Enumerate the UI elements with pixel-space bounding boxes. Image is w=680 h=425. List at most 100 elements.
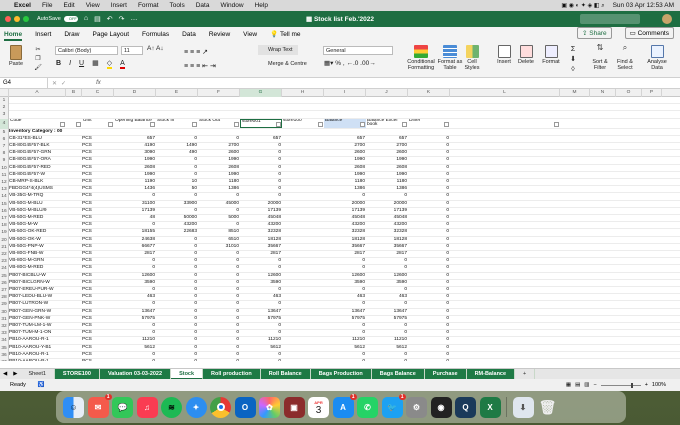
value-cell[interactable]: 1990	[324, 172, 366, 178]
zoom-in-icon[interactable]: +	[645, 382, 648, 388]
item-code[interactable]: CB-80G45*57-BLK	[9, 143, 66, 149]
value-cell[interactable]	[282, 287, 324, 293]
column-header[interactable]: O	[616, 89, 642, 97]
item-code[interactable]: VB-35G-M-TRQ	[9, 193, 66, 199]
value-cell[interactable]: 0	[408, 208, 450, 214]
value-cell[interactable]: 1386	[324, 186, 366, 192]
unit-cell[interactable]: PCS	[82, 301, 114, 307]
value-cell[interactable]: 0	[408, 273, 450, 279]
filter-dropdown-icon[interactable]	[276, 121, 281, 127]
unit-cell[interactable]: PCS	[82, 251, 114, 257]
close-icon[interactable]	[5, 16, 11, 22]
value-cell[interactable]: 0	[198, 352, 240, 358]
value-cell[interactable]: 57975	[324, 316, 366, 322]
sheet-nav-prev-icon[interactable]: ◀	[0, 371, 10, 377]
value-cell[interactable]: 0	[114, 265, 156, 271]
value-cell[interactable]: 2817	[114, 251, 156, 257]
value-cell[interactable]: 57975	[366, 316, 408, 322]
value-cell[interactable]: 0	[240, 330, 282, 336]
filter-dropdown-icon[interactable]	[108, 121, 113, 127]
row-header[interactable]: 34	[0, 337, 9, 345]
cancel-icon[interactable]: ✕	[52, 80, 57, 87]
item-code[interactable]: VB-50G-M-BLU/9	[9, 208, 66, 214]
value-cell[interactable]: 0	[198, 330, 240, 336]
value-cell[interactable]: 43200	[240, 222, 282, 228]
format-as-table-button[interactable]: Format as Table	[437, 45, 463, 71]
value-cell[interactable]: 0	[408, 280, 450, 286]
value-cell[interactable]: 3090	[114, 150, 156, 156]
row-header[interactable]: 35	[0, 344, 9, 352]
value-cell[interactable]: 0	[408, 258, 450, 264]
row-header[interactable]: 2	[0, 104, 9, 112]
value-cell[interactable]: 657	[324, 136, 366, 142]
column-header[interactable]: I	[324, 89, 366, 97]
column-header[interactable]: E	[156, 89, 198, 97]
value-cell[interactable]	[282, 251, 324, 257]
unit-cell[interactable]: PCS	[82, 157, 114, 163]
value-cell[interactable]	[282, 222, 324, 228]
value-cell[interactable]: 43200	[156, 222, 198, 228]
borders-icon[interactable]: ▦	[92, 60, 99, 69]
value-cell[interactable]: 1990	[366, 172, 408, 178]
increase-font-icon[interactable]: A↑	[147, 45, 155, 52]
row-header[interactable]: 14	[0, 193, 9, 201]
tab-data[interactable]: Data	[182, 31, 196, 41]
value-cell[interactable]	[282, 258, 324, 264]
zoom-slider-thumb[interactable]	[630, 382, 633, 388]
item-code[interactable]: CB-80G45*57-RED	[9, 165, 66, 171]
item-code[interactable]: CB-80G45*57-GRN	[9, 150, 66, 156]
value-cell[interactable]: 0	[366, 352, 408, 358]
unit-cell[interactable]: PCS	[82, 294, 114, 300]
value-cell[interactable]: 0	[408, 179, 450, 185]
value-cell[interactable]: 3590	[240, 280, 282, 286]
value-cell[interactable]: 0	[240, 352, 282, 358]
item-code[interactable]: PB07-GEN-PNK-W	[9, 316, 66, 322]
align-right-icon[interactable]: ≡	[196, 63, 200, 70]
value-cell[interactable]: 0	[198, 316, 240, 322]
sort-filter-button[interactable]: ⇅ Sort & Filter	[587, 44, 613, 72]
value-cell[interactable]	[282, 273, 324, 279]
quicktime-icon[interactable]: Q	[455, 396, 476, 418]
sheet-tab[interactable]: Roll Balance	[260, 368, 311, 380]
row-header[interactable]: 11	[0, 171, 9, 179]
value-cell[interactable]: 0	[156, 337, 198, 343]
sheet-nav-next-icon[interactable]: ▶	[10, 371, 20, 377]
value-cell[interactable]: 13647	[240, 309, 282, 315]
value-cell[interactable]	[282, 237, 324, 243]
item-code[interactable]: PB10-AAROU-R-1	[9, 359, 66, 361]
value-cell[interactable]: 2817	[324, 251, 366, 257]
value-cell[interactable]: 0	[408, 237, 450, 243]
row-header[interactable]: 8	[0, 150, 9, 158]
value-cell[interactable]: 0	[408, 287, 450, 293]
value-cell[interactable]: 0	[156, 165, 198, 171]
value-cell[interactable]: 0	[240, 301, 282, 307]
item-code[interactable]: VB-50G-OK-RED	[9, 229, 66, 235]
sheet-tab[interactable]: Bags Balance	[371, 368, 425, 380]
value-cell[interactable]: 0	[156, 345, 198, 351]
row-header[interactable]: 21	[0, 243, 9, 251]
finder-icon[interactable]: ☺	[63, 396, 84, 418]
value-cell[interactable]: 0	[366, 193, 408, 199]
value-cell[interactable]: 12600	[366, 273, 408, 279]
value-cell[interactable]: 0	[408, 229, 450, 235]
value-cell[interactable]: 0	[408, 251, 450, 257]
unit-cell[interactable]: PCS	[82, 265, 114, 271]
indent-icon[interactable]: ⇤	[202, 63, 208, 70]
column-header[interactable]: L	[450, 89, 560, 97]
row-header[interactable]: 9	[0, 157, 9, 165]
value-cell[interactable]: 57975	[114, 316, 156, 322]
value-cell[interactable]: 1990	[366, 157, 408, 163]
filter-dropdown-icon[interactable]	[360, 121, 365, 127]
value-cell[interactable]: 490	[156, 150, 198, 156]
align-top-icon[interactable]: ≡	[184, 49, 188, 56]
sheet-tab[interactable]: Purchase	[424, 368, 467, 380]
value-cell[interactable]: 2700	[198, 143, 240, 149]
spreadsheet-grid[interactable]: ABCDEFGHIJKLMNOP 1 2 3 4 5 6 7 8 9 10 11 12 13 14 15 16…	[0, 89, 680, 361]
row-header[interactable]: 23	[0, 258, 9, 266]
value-cell[interactable]	[282, 157, 324, 163]
item-code[interactable]: CB-31*ES-BLU	[9, 136, 66, 142]
value-cell[interactable]: 50	[156, 186, 198, 192]
value-cell[interactable]	[282, 301, 324, 307]
item-code[interactable]: PB07-GEN-GRN-W	[9, 309, 66, 315]
bold-icon[interactable]: B	[56, 60, 61, 69]
